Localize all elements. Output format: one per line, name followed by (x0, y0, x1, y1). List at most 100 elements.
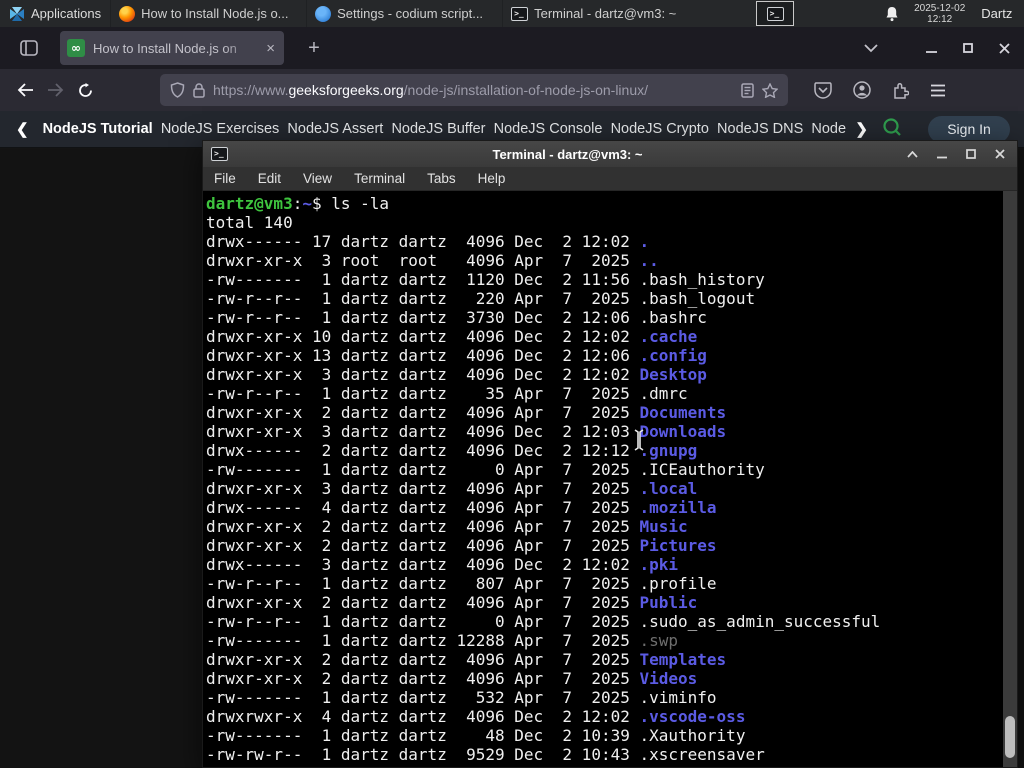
terminal-window-controls (907, 149, 1005, 159)
window-close-button[interactable] (999, 42, 1010, 54)
terminal-listing-row: -rw-r--r-- 1 dartz dartz 0 Apr 7 2025 .s… (206, 612, 881, 631)
terminal-listing-row: -rw------- 1 dartz dartz 0 Apr 7 2025 .I… (206, 460, 765, 479)
terminal-listing-row: drwx------ 17 dartz dartz 4096 Dec 2 12:… (206, 232, 650, 251)
terminal-menubar: File Edit View Terminal Tabs Help (203, 167, 1017, 191)
terminal-titlebar[interactable]: >_ Terminal - dartz@vm3: ~ (203, 141, 1017, 167)
terminal-menu-file[interactable]: File (203, 171, 247, 186)
applications-menu-button[interactable]: Applications (0, 0, 110, 27)
terminal-listing-row: drwx------ 4 dartz dartz 4096 Apr 7 2025… (206, 498, 717, 517)
tab-bar: ∞ How to Install Node.js on × + (0, 27, 1024, 69)
taskbar-item-vscodium[interactable]: Settings - codium script... (306, 0, 502, 27)
firefox-view-icon[interactable] (14, 33, 44, 63)
terminal-icon: >_ (511, 6, 529, 21)
mouse-cursor-ibeam (634, 429, 644, 451)
terminal-listing-row: drwxr-xr-x 13 dartz dartz 4096 Dec 2 12:… (206, 346, 707, 365)
subnav-links: NodeJS Tutorial NodeJS Exercises NodeJS As… (43, 121, 854, 137)
list-all-tabs-icon[interactable] (864, 43, 878, 53)
taskbar-item-terminal[interactable]: >_ Terminal - dartz@vm3: ~ (502, 0, 698, 27)
url-text: https://www.geeksforgeeks.org/node-js/in… (213, 82, 733, 98)
browser-tab[interactable]: ∞ How to Install Node.js on × (60, 31, 284, 65)
shade-icon[interactable] (907, 150, 918, 158)
terminal-menu-terminal[interactable]: Terminal (343, 171, 416, 186)
terminal-total-line: total 140 (206, 213, 293, 232)
desktop: Applications How to Install Node.js o...… (0, 0, 1024, 768)
url-domain: geeksforgeeks.org (288, 82, 404, 98)
terminal-listing-row: -rw-rw-r-- 1 dartz dartz 9529 Dec 2 10:4… (206, 745, 765, 764)
tracking-shield-icon[interactable] (170, 82, 185, 98)
geeksforgeeks-favicon: ∞ (67, 39, 85, 57)
scroll-left-icon[interactable]: ❮ (16, 120, 29, 138)
terminal-listing-row: drwx------ 2 dartz dartz 4096 Dec 2 12:1… (206, 441, 698, 460)
subnav-link[interactable]: NodeJS Buffer (391, 121, 485, 137)
window-minimize-button[interactable] (926, 43, 937, 54)
terminal-listing-row: -rw------- 1 dartz dartz 48 Dec 2 10:39 … (206, 726, 746, 745)
sign-in-button[interactable]: Sign In (928, 115, 1010, 143)
back-icon[interactable] (10, 75, 40, 105)
terminal-prompt-line: dartz@vm3:~$ ls -la (206, 194, 390, 213)
terminal-title: Terminal - dartz@vm3: ~ (492, 146, 643, 162)
subnav-link[interactable]: Node (811, 121, 853, 137)
clock-time: 12:12 (927, 13, 953, 25)
terminal-listing-row: -rw------- 1 dartz dartz 12288 Apr 7 202… (206, 631, 679, 650)
account-icon[interactable] (853, 81, 871, 99)
hamburger-menu-icon[interactable] (930, 84, 946, 97)
terminal-menu-edit[interactable]: Edit (247, 171, 292, 186)
terminal-listing-row: drwxr-xr-x 2 dartz dartz 4096 Apr 7 2025… (206, 536, 717, 555)
terminal-scrollbar[interactable] (1003, 191, 1017, 767)
terminal-listing-row: -rw-r--r-- 1 dartz dartz 3730 Dec 2 12:0… (206, 308, 707, 327)
terminal-listing-row: drwxr-xr-x 3 root root 4096 Apr 7 2025 .… (206, 251, 659, 270)
window-maximize-button[interactable] (963, 43, 973, 53)
subnav-link[interactable]: NodeJS Console (494, 121, 603, 137)
terminal-menu-view[interactable]: View (292, 171, 343, 186)
terminal-listing-row: drwxr-xr-x 3 dartz dartz 4096 Dec 2 12:0… (206, 422, 727, 441)
top-panel: Applications How to Install Node.js o...… (0, 0, 1024, 27)
reader-view-icon[interactable] (741, 82, 754, 98)
subnav-link[interactable]: NodeJS Exercises (161, 121, 279, 137)
tray-terminal-launcher[interactable]: >_ (756, 1, 795, 26)
minimize-icon[interactable] (937, 150, 947, 159)
subnav-link[interactable]: NodeJS DNS (717, 121, 803, 137)
vscodium-icon (315, 5, 332, 22)
terminal-listing-row: drwxr-xr-x 3 dartz dartz 4096 Dec 2 12:0… (206, 365, 707, 384)
terminal-listing-row: drwxr-xr-x 3 dartz dartz 4096 Apr 7 2025… (206, 479, 698, 498)
forward-icon[interactable] (40, 75, 70, 105)
pocket-icon[interactable] (814, 81, 832, 99)
terminal-icon: >_ (766, 6, 784, 21)
terminal-icon: >_ (211, 147, 228, 161)
user-label: Dartz (981, 6, 1013, 21)
panel-clock[interactable]: 2025-12-02 12:12 (914, 3, 965, 25)
navigation-toolbar: https://www.geeksforgeeks.org/node-js/in… (0, 69, 1024, 111)
clock-date: 2025-12-02 (914, 2, 966, 14)
terminal-listing-row: drwxr-xr-x 2 dartz dartz 4096 Apr 7 2025… (206, 403, 727, 422)
maximize-icon[interactable] (966, 149, 976, 159)
bookmark-star-icon[interactable] (762, 82, 778, 98)
url-path: /node-js/installation-of-node-js-on-linu… (403, 82, 648, 98)
new-tab-button[interactable]: + (300, 37, 328, 60)
search-icon[interactable] (882, 117, 902, 141)
notifications-bell-icon[interactable] (884, 6, 900, 22)
subnav-link[interactable]: NodeJS Assert (287, 121, 383, 137)
scroll-right-icon[interactable]: ❯ (855, 120, 868, 138)
applications-label: Applications (31, 6, 102, 21)
tab-close-icon[interactable]: × (264, 40, 277, 57)
url-bar[interactable]: https://www.geeksforgeeks.org/node-js/in… (160, 74, 788, 106)
terminal-listing-row: -rw-r--r-- 1 dartz dartz 35 Apr 7 2025 .… (206, 384, 688, 403)
toolbar-right-icons (814, 81, 946, 99)
terminal-menu-help[interactable]: Help (467, 171, 517, 186)
firefox-icon (119, 5, 136, 22)
extensions-icon[interactable] (892, 82, 909, 99)
terminal-listing-row: drwx------ 3 dartz dartz 4096 Dec 2 12:0… (206, 555, 679, 574)
close-icon[interactable] (995, 149, 1005, 159)
terminal-menu-tabs[interactable]: Tabs (416, 171, 467, 186)
terminal-window: >_ Terminal - dartz@vm3: ~ File Edit View T… (202, 140, 1018, 768)
terminal-listing-row: -rw-r--r-- 1 dartz dartz 220 Apr 7 2025 … (206, 289, 756, 308)
scrollbar-thumb[interactable] (1005, 716, 1015, 758)
subnav-link[interactable]: NodeJS Crypto (611, 121, 709, 137)
taskbar-item-firefox[interactable]: How to Install Node.js o... (110, 0, 306, 27)
subnav-link[interactable]: NodeJS Tutorial (43, 121, 153, 137)
terminal-listing-row: drwxr-xr-x 2 dartz dartz 4096 Apr 7 2025… (206, 517, 688, 536)
reload-icon[interactable] (70, 75, 100, 105)
terminal-output[interactable]: dartz@vm3:~$ ls -la total 140 drwx------ 1… (203, 191, 1003, 767)
url-scheme: https://www. (213, 82, 289, 98)
lock-icon[interactable] (193, 82, 205, 98)
